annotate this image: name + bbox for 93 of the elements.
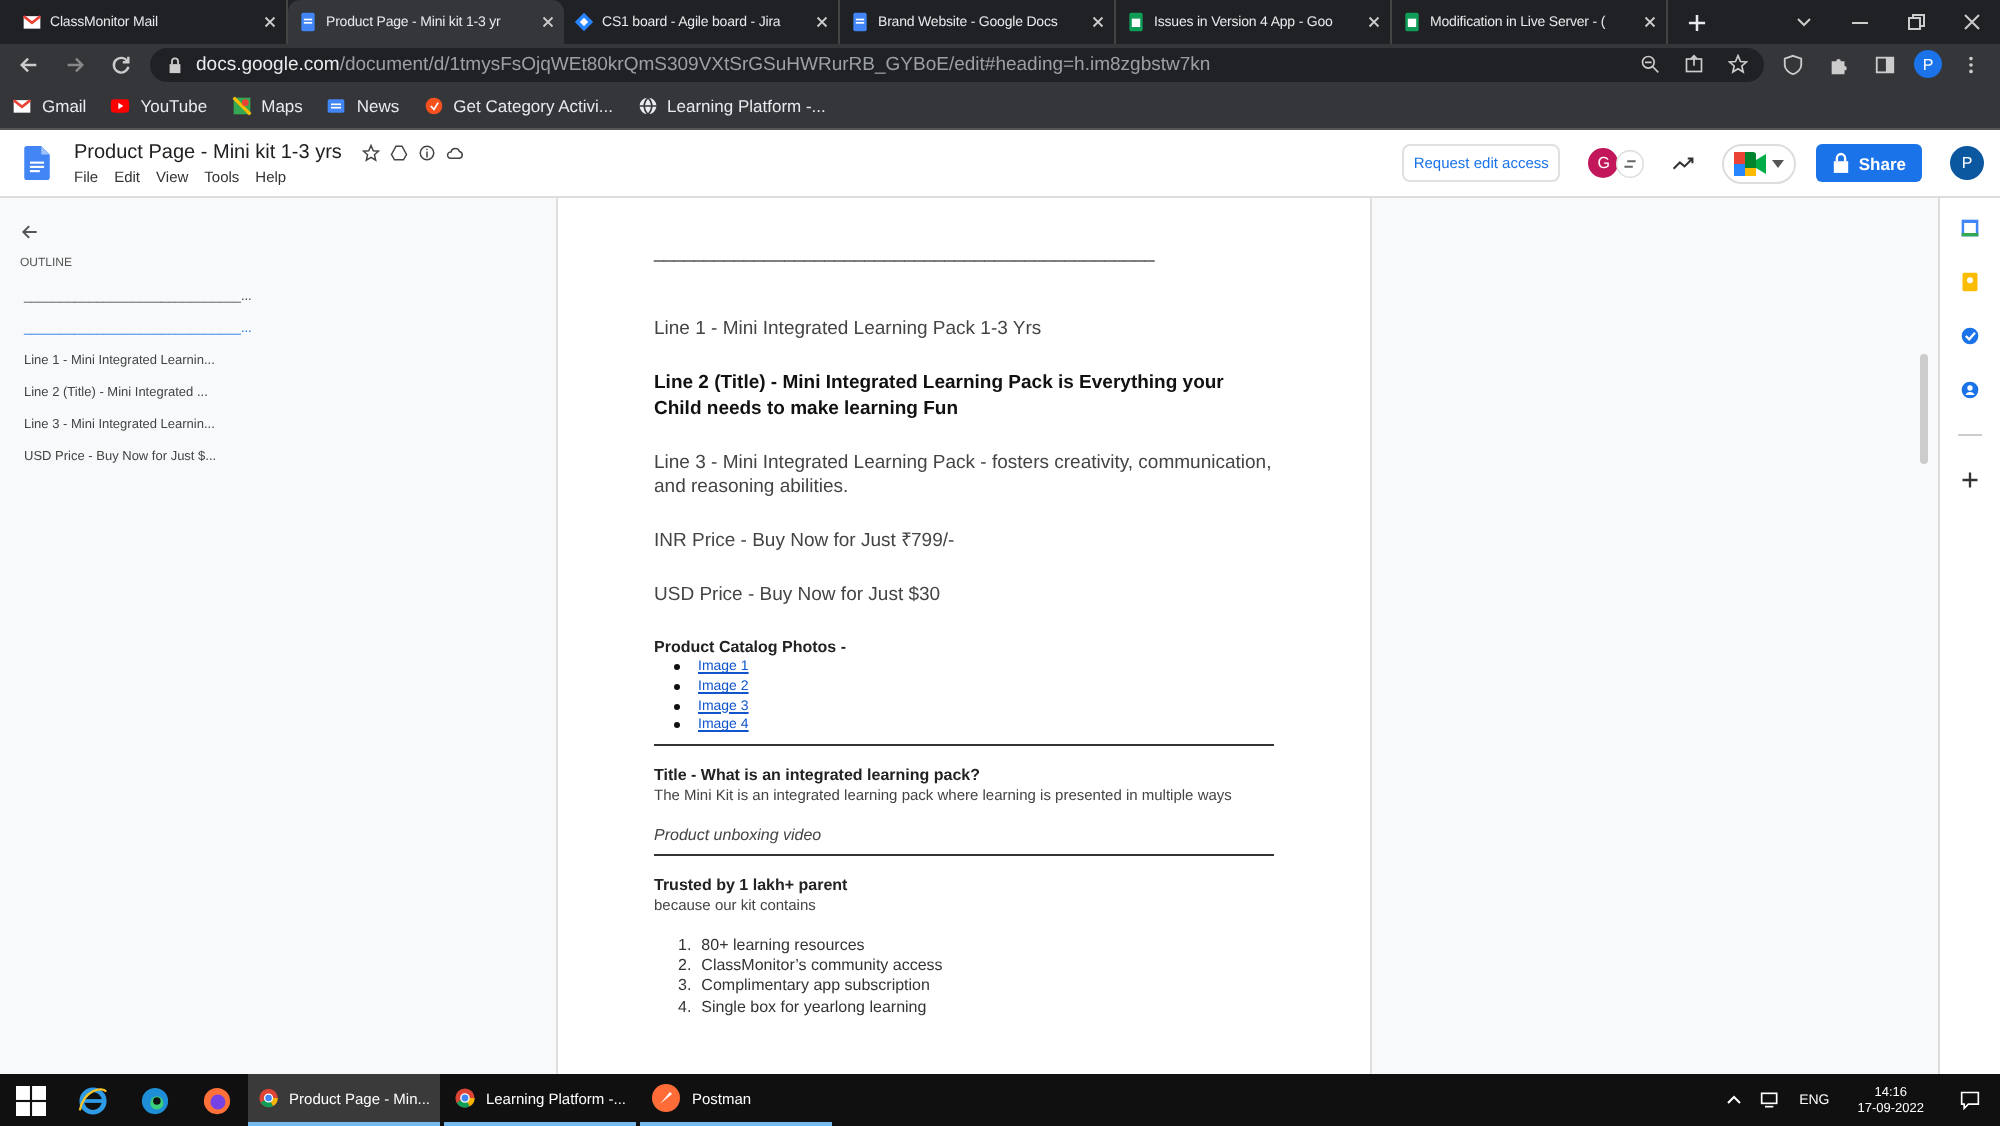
- chrome-icon: [454, 1082, 476, 1114]
- list-number: 2.: [678, 956, 692, 977]
- document-icon: [850, 12, 870, 32]
- caption-text: Product unboxing video: [654, 825, 824, 846]
- heading-text: Product Catalog Photos -: [654, 638, 848, 658]
- close-icon[interactable]: [1644, 16, 1656, 28]
- add-icon[interactable]: [1960, 470, 1980, 490]
- bullet-icon: [674, 703, 680, 710]
- mail-icon: [22, 12, 42, 32]
- list-number: 1.: [678, 935, 692, 957]
- camera-icon: [1734, 151, 1767, 175]
- caret-icon: [1772, 159, 1785, 167]
- list-item-text: 80+ learning resources: [701, 935, 865, 957]
- bookmark-label: YouTube: [140, 96, 208, 116]
- account-avatar[interactable]: P: [1950, 146, 1984, 180]
- cloud-icon[interactable]: [445, 143, 464, 161]
- bookmark-label: News: [356, 96, 400, 116]
- document-icon: [298, 12, 318, 32]
- circle-icon: [423, 96, 444, 116]
- zoom-icon[interactable]: [1640, 54, 1660, 74]
- heading-text: Trusted by 1 lakh+ parent: [654, 875, 850, 896]
- paragraph: Line 1 - Mini Integrated Learning Pack 1-3 Yrs: [654, 318, 1044, 342]
- bullet-icon: [674, 664, 680, 671]
- close-icon[interactable]: [1962, 12, 1982, 32]
- list-number: 3.: [678, 976, 692, 998]
- bookmark[interactable]: YouTube: [110, 96, 208, 116]
- back-icon[interactable]: [18, 53, 40, 75]
- news-icon: [326, 96, 347, 116]
- list-item-text: ClassMonitor’s community access: [701, 956, 943, 977]
- bullet-icon: [674, 684, 680, 691]
- new-tab-icon[interactable]: [1688, 13, 1706, 31]
- underline-text: __________________________________________________: [654, 242, 1157, 262]
- list-number: 4.: [678, 997, 692, 1018]
- bookmark-label: Gmail: [42, 96, 87, 116]
- bookmark[interactable]: Learning Platform -...: [637, 96, 826, 116]
- address-bar[interactable]: docs.google.com/document/d/1tmysFsOjqWEt80krQmS309VXtSrGSuHWRurRB_GYBoE/edit#heading=h.im8zgbstw7kn: [150, 47, 1764, 81]
- viewer-avatar[interactable]: G: [1588, 148, 1619, 178]
- notification-icon[interactable]: [1960, 1090, 1980, 1110]
- lock-icon: [166, 55, 184, 73]
- restore-icon[interactable]: [1906, 12, 1926, 32]
- scrollbar-thumb[interactable]: [1920, 354, 1928, 464]
- rocket-icon: [650, 1082, 682, 1114]
- document-title[interactable]: Product Page - Mini kit 1-3 yrs: [74, 141, 342, 163]
- close-icon[interactable]: [542, 16, 554, 28]
- chevron-down-icon[interactable]: [1794, 12, 1814, 32]
- heading-text: Title - What is an integrated learning pack?: [654, 765, 982, 786]
- side-panel-icon[interactable]: [1874, 53, 1896, 75]
- tasks-icon[interactable]: [1960, 326, 1980, 346]
- bullet-icon: [674, 722, 680, 729]
- info-icon[interactable]: [417, 143, 436, 161]
- bookmark[interactable]: Maps: [231, 96, 303, 116]
- network-icon[interactable]: [1759, 1090, 1780, 1110]
- contacts-icon[interactable]: [1960, 380, 1980, 400]
- lock-icon: [1832, 152, 1851, 174]
- close-icon[interactable]: [1092, 16, 1104, 28]
- bookmark[interactable]: Get Category Activi...: [423, 96, 614, 116]
- back-arrow-icon[interactable]: [20, 222, 40, 242]
- heading-text: Line 2 (Title) - Mini Integrated Learning Pack is Everything your Child needs to make learning Fun: [654, 372, 1226, 422]
- meet-button[interactable]: [1722, 143, 1797, 183]
- windows-icon[interactable]: [16, 1085, 46, 1115]
- trend-icon[interactable]: [1672, 155, 1695, 171]
- share-button[interactable]: Share: [1816, 144, 1922, 182]
- bookmark-label: Get Category Activi...: [453, 96, 614, 116]
- bookmark-label: Learning Platform -...: [667, 96, 826, 116]
- document-icon[interactable]: [24, 146, 50, 180]
- profile-avatar[interactable]: P: [1914, 50, 1942, 78]
- globe-icon: [637, 96, 658, 116]
- calendar-icon[interactable]: [1960, 218, 1980, 238]
- puzzle-icon[interactable]: [1828, 53, 1850, 75]
- play-icon: [110, 96, 131, 116]
- spreadsheet-icon: [1126, 12, 1146, 32]
- bookmark[interactable]: Gmail: [12, 96, 87, 116]
- close-icon[interactable]: [1368, 16, 1380, 28]
- shield-icon[interactable]: [1782, 53, 1804, 75]
- mail-icon: [12, 96, 32, 116]
- map-icon: [231, 96, 252, 116]
- list-item-text: Single box for yearlong learning: [701, 997, 927, 1018]
- close-icon[interactable]: [816, 16, 828, 28]
- paragraph: INR Price - Buy Now for Just ₹799/-: [654, 530, 957, 554]
- diamond-icon: [574, 12, 594, 32]
- paragraph: USD Price - Buy Now for Just $30: [654, 584, 943, 608]
- url-text: docs.google.com/document/d/1tmysFsOjqWEt80krQmS309VXtSrGSuHWRurRB_GYBoE/edit#heading=h.im8zgbstw7kn: [196, 53, 1211, 75]
- list-item-text: Complimentary app subscription: [701, 976, 930, 998]
- comment-icon[interactable]: [1616, 149, 1645, 177]
- bookmark[interactable]: News: [326, 96, 400, 116]
- paragraph: Line 3 - Mini Integrated Learning Pack - fosters creativity, communication, and reasoning abilities.: [654, 452, 1274, 500]
- share-icon[interactable]: [1684, 54, 1704, 74]
- reload-icon[interactable]: [110, 53, 132, 75]
- star-icon[interactable]: [361, 143, 380, 161]
- close-icon[interactable]: [264, 16, 276, 28]
- bookmark-label: Maps: [261, 96, 303, 116]
- spreadsheet-icon: [1402, 12, 1422, 32]
- forward-icon[interactable]: [64, 53, 86, 75]
